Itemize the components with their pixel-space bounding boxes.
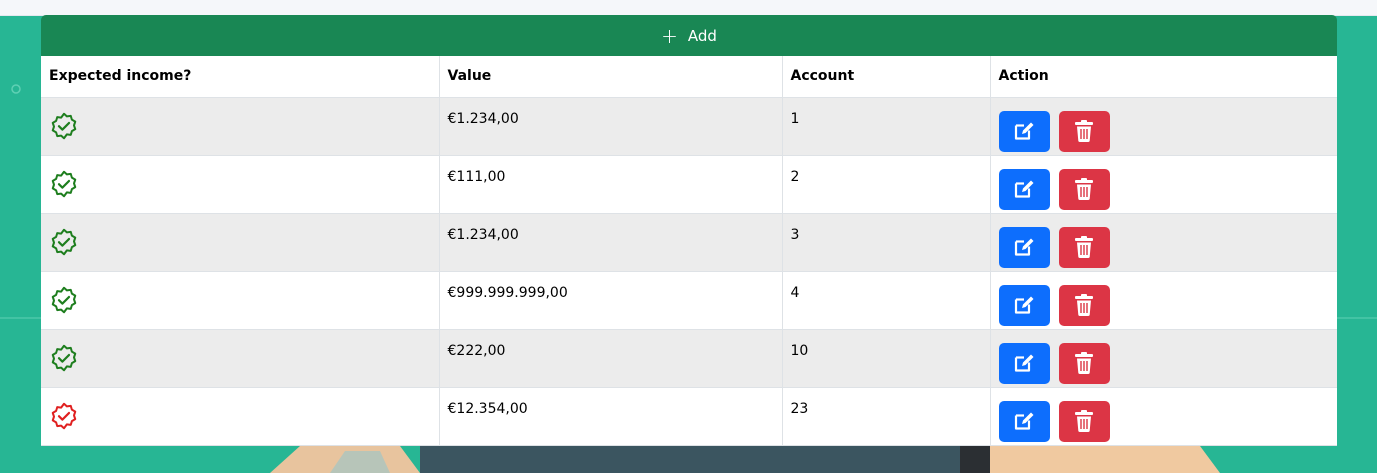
unexpected-income-check-icon — [51, 402, 77, 429]
header-value: Value — [439, 56, 783, 98]
plus-icon: + — [661, 23, 678, 48]
header-action: Action — [990, 56, 1337, 98]
trash-icon — [1075, 294, 1093, 317]
expected-income-cell — [41, 155, 440, 214]
add-button-label: Add — [687, 26, 717, 45]
value-cell: €111,00 — [439, 155, 783, 214]
edit-button[interactable] — [998, 226, 1050, 268]
delete-button[interactable] — [1058, 110, 1110, 152]
action-cell — [990, 97, 1337, 156]
account-cell: 4 — [782, 271, 991, 330]
edit-icon — [1014, 296, 1034, 314]
edit-icon — [1014, 180, 1034, 198]
expected-income-cell — [41, 387, 440, 446]
delete-button[interactable] — [1058, 342, 1110, 384]
edit-icon — [1014, 412, 1034, 430]
action-cell — [990, 271, 1337, 330]
delete-button[interactable] — [1058, 284, 1110, 326]
delete-button[interactable] — [1058, 168, 1110, 210]
table-row: €111,00 2 — [41, 155, 1337, 214]
value-cell: €12.354,00 — [439, 387, 783, 446]
expected-income-cell — [41, 213, 440, 272]
action-cell — [990, 213, 1337, 272]
account-cell: 10 — [782, 329, 991, 388]
value-cell: €999.999.999,00 — [439, 271, 783, 330]
action-cell — [990, 155, 1337, 214]
expected-income-check-icon — [51, 170, 77, 197]
delete-button[interactable] — [1058, 400, 1110, 442]
trash-icon — [1075, 410, 1093, 433]
table-body: €1.234,00 1 €111,00 2 €1.234,00 3 €999.999.999… — [41, 97, 1337, 446]
action-cell — [990, 329, 1337, 388]
expected-income-check-icon — [51, 228, 77, 255]
add-button[interactable]: + Add — [41, 15, 1337, 56]
expected-income-cell — [41, 271, 440, 330]
table-row: €222,00 10 — [41, 329, 1337, 388]
table-row: €999.999.999,00 4 — [41, 271, 1337, 330]
table-row: €12.354,00 23 — [41, 387, 1337, 446]
account-cell: 23 — [782, 387, 991, 446]
expected-income-check-icon — [51, 286, 77, 313]
income-panel: + Add Expected income? Value Account Act… — [41, 15, 1337, 446]
value-cell: €1.234,00 — [439, 97, 783, 156]
table-row: €1.234,00 1 — [41, 97, 1337, 156]
header-account: Account — [782, 56, 991, 98]
account-cell: 1 — [782, 97, 991, 156]
edit-button[interactable] — [998, 110, 1050, 152]
expected-income-cell — [41, 329, 440, 388]
delete-button[interactable] — [1058, 226, 1110, 268]
income-table: Expected income? Value Account Action €1… — [41, 56, 1337, 446]
edit-icon — [1014, 354, 1034, 372]
expected-income-cell — [41, 97, 440, 156]
edit-button[interactable] — [998, 342, 1050, 384]
account-cell: 3 — [782, 213, 991, 272]
edit-button[interactable] — [998, 168, 1050, 210]
expected-income-check-icon — [51, 112, 77, 139]
edit-button[interactable] — [998, 400, 1050, 442]
trash-icon — [1075, 352, 1093, 375]
trash-icon — [1075, 120, 1093, 143]
header-expected-income: Expected income? — [41, 56, 440, 98]
edit-button[interactable] — [998, 284, 1050, 326]
browser-top-strip — [0, 0, 1377, 16]
edit-icon — [1014, 122, 1034, 140]
action-cell — [990, 387, 1337, 446]
table-row: €1.234,00 3 — [41, 213, 1337, 272]
value-cell: €222,00 — [439, 329, 783, 388]
expected-income-check-icon — [51, 344, 77, 371]
trash-icon — [1075, 178, 1093, 201]
value-cell: €1.234,00 — [439, 213, 783, 272]
account-cell: 2 — [782, 155, 991, 214]
edit-icon — [1014, 238, 1034, 256]
trash-icon — [1075, 236, 1093, 259]
table-header-row: Expected income? Value Account Action — [41, 56, 1337, 98]
